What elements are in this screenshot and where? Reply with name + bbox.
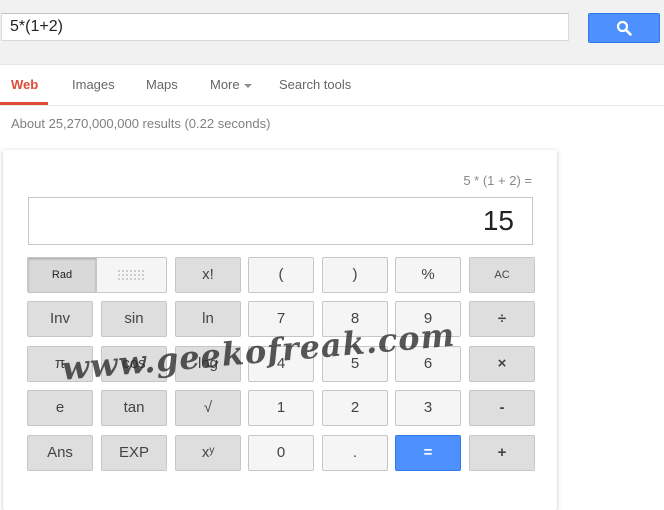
active-tab-indicator	[0, 102, 48, 105]
log-button[interactable]: log	[175, 346, 241, 382]
digit-2-button[interactable]: 2	[322, 390, 388, 426]
dotted-texture-icon	[117, 269, 145, 281]
tab-more-label: More	[210, 77, 240, 92]
factorial-button[interactable]: x!	[175, 257, 241, 293]
sqrt-button[interactable]: √	[175, 390, 241, 426]
ans-button[interactable]: Ans	[27, 435, 93, 471]
right-paren-button[interactable]: )	[322, 257, 388, 293]
pi-button[interactable]: π	[27, 346, 93, 382]
digit-8-button[interactable]: 8	[322, 301, 388, 337]
cos-button[interactable]: cos	[101, 346, 167, 382]
digit-9-button[interactable]: 9	[395, 301, 461, 337]
search-icon	[616, 20, 632, 36]
tan-button[interactable]: tan	[101, 390, 167, 426]
digit-0-button[interactable]: 0	[248, 435, 314, 471]
tab-web[interactable]: Web	[11, 77, 38, 92]
digit-3-button[interactable]: 3	[395, 390, 461, 426]
percent-button[interactable]: %	[395, 257, 461, 293]
deg-button[interactable]	[97, 258, 166, 292]
left-paren-button[interactable]: (	[248, 257, 314, 293]
rad-button[interactable]: Rad	[28, 258, 97, 292]
all-clear-button[interactable]: AC	[469, 257, 535, 293]
digit-1-button[interactable]: 1	[248, 390, 314, 426]
calculator-expression: 5 * (1 + 2) =	[463, 173, 532, 188]
ln-button[interactable]: ln	[175, 301, 241, 337]
search-nav: Web Images Maps More Search tools	[0, 65, 664, 106]
calculator-display: 15	[28, 197, 533, 245]
subtract-button[interactable]: -	[469, 390, 535, 426]
search-button[interactable]	[588, 13, 660, 43]
multiply-button[interactable]: ×	[469, 346, 535, 382]
chevron-down-icon	[243, 83, 252, 88]
exp-button[interactable]: EXP	[101, 435, 167, 471]
equals-button[interactable]: =	[395, 435, 461, 471]
add-button[interactable]: +	[469, 435, 535, 471]
tab-search-tools[interactable]: Search tools	[279, 77, 351, 92]
sin-button[interactable]: sin	[101, 301, 167, 337]
angle-mode-toggle[interactable]: Rad	[27, 257, 167, 293]
tab-maps[interactable]: Maps	[146, 77, 178, 92]
power-button[interactable]: xʸ	[175, 435, 241, 471]
digit-4-button[interactable]: 4	[248, 346, 314, 382]
digit-6-button[interactable]: 6	[395, 346, 461, 382]
calculator-card: 5 * (1 + 2) = 15 Rad x! ( ) % AC Inv sin…	[3, 150, 557, 510]
search-input[interactable]	[1, 13, 569, 41]
tab-images[interactable]: Images	[72, 77, 115, 92]
digit-5-button[interactable]: 5	[322, 346, 388, 382]
search-header	[0, 0, 664, 65]
decimal-button[interactable]: .	[322, 435, 388, 471]
e-button[interactable]: e	[27, 390, 93, 426]
digit-7-button[interactable]: 7	[248, 301, 314, 337]
result-stats: About 25,270,000,000 results (0.22 secon…	[11, 116, 271, 131]
tab-more[interactable]: More	[210, 77, 252, 92]
divide-button[interactable]: ÷	[469, 301, 535, 337]
inv-button[interactable]: Inv	[27, 301, 93, 337]
